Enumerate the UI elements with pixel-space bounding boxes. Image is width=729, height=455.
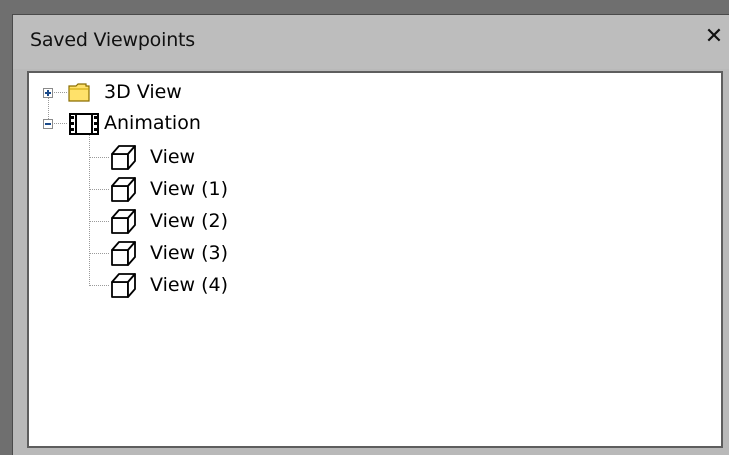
close-button[interactable]: ✕ bbox=[701, 24, 727, 50]
saved-viewpoints-panel: Saved Viewpoints ✕ 3D View Animation Vie… bbox=[12, 14, 729, 455]
cube-icon bbox=[111, 177, 136, 202]
tree-node-label: View (1) bbox=[150, 178, 229, 200]
tree-node-label: View bbox=[150, 146, 196, 168]
film-icon bbox=[69, 113, 99, 135]
expand-button[interactable] bbox=[43, 88, 53, 98]
close-icon: ✕ bbox=[704, 24, 724, 49]
collapse-button[interactable] bbox=[43, 119, 53, 129]
tree-node-label: Animation bbox=[104, 112, 201, 134]
tree-node-label: View (3) bbox=[150, 242, 229, 264]
tree-node-animation[interactable]: Animation bbox=[29, 111, 329, 137]
tree-node-view-4[interactable]: View (4) bbox=[29, 271, 329, 298]
panel-title: Saved Viewpoints bbox=[30, 29, 195, 51]
tree-node-view[interactable]: View bbox=[29, 143, 329, 170]
window-frame: Saved Viewpoints ✕ 3D View Animation Vie… bbox=[0, 0, 729, 455]
cube-icon bbox=[111, 273, 136, 298]
tree-node-label: View (2) bbox=[150, 210, 229, 232]
tree-node-label: 3D View bbox=[104, 81, 182, 103]
viewpoints-tree: 3D View Animation View View (1) View (2)… bbox=[27, 71, 723, 448]
cube-icon bbox=[111, 241, 136, 266]
tree-node-view-3[interactable]: View (3) bbox=[29, 239, 329, 266]
cube-icon bbox=[111, 209, 136, 234]
tree-node-view-2[interactable]: View (2) bbox=[29, 207, 329, 234]
tree-node-view-1[interactable]: View (1) bbox=[29, 175, 329, 202]
panel-titlebar: Saved Viewpoints ✕ bbox=[13, 15, 729, 69]
tree-node-3d-view[interactable]: 3D View bbox=[29, 80, 329, 106]
cube-icon bbox=[111, 145, 136, 170]
tree-node-label: View (4) bbox=[150, 274, 229, 296]
folder-icon bbox=[68, 83, 90, 102]
